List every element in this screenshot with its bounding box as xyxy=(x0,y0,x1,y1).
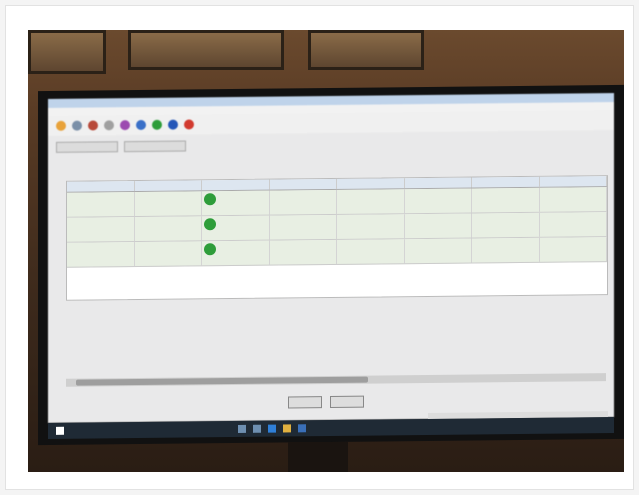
taskbar-app-icon[interactable] xyxy=(253,424,261,433)
monitor-stand xyxy=(288,442,348,472)
monitor xyxy=(38,84,624,446)
refresh-icon xyxy=(72,120,82,131)
wall-painting-center xyxy=(128,30,284,70)
help-icon xyxy=(168,119,178,130)
toolbar-item[interactable] xyxy=(72,120,82,131)
toolbar-item[interactable] xyxy=(104,120,114,131)
column-header xyxy=(539,176,607,187)
valid-check-icon xyxy=(204,218,216,231)
close-icon xyxy=(184,119,194,130)
toolbar-item[interactable] xyxy=(56,120,66,131)
column-header xyxy=(404,177,472,189)
taskbar-app-icon[interactable] xyxy=(298,424,306,433)
column-header xyxy=(67,181,135,192)
taskbar-app-icon[interactable] xyxy=(238,424,246,433)
photograph xyxy=(28,30,624,472)
valid-check-icon xyxy=(204,193,216,206)
dialog-buttons xyxy=(288,395,364,409)
dialog-button[interactable] xyxy=(330,395,364,409)
action-button[interactable] xyxy=(56,141,118,153)
dialog-button[interactable] xyxy=(288,396,322,409)
valid-check-icon xyxy=(204,243,216,256)
taskbar-app-icon[interactable] xyxy=(283,424,291,433)
table-row[interactable] xyxy=(67,237,607,268)
toolbar-item[interactable] xyxy=(184,119,194,130)
document-icon xyxy=(104,120,114,131)
pen-icon xyxy=(120,120,130,131)
action-button[interactable] xyxy=(124,140,186,153)
check-icon xyxy=(152,119,162,130)
globe-icon xyxy=(136,119,146,131)
taskbar-app-icon[interactable] xyxy=(268,424,276,433)
toolbar-item[interactable] xyxy=(120,120,130,131)
start-icon[interactable] xyxy=(56,426,64,435)
pen-icon xyxy=(88,120,98,131)
toolbar-item[interactable] xyxy=(168,119,178,130)
toolbar-item[interactable] xyxy=(152,119,162,130)
toolbar-item[interactable] xyxy=(88,120,98,131)
column-header xyxy=(134,180,202,192)
column-header xyxy=(337,178,405,189)
signatures-table xyxy=(66,175,608,301)
image-frame xyxy=(5,5,634,490)
column-header xyxy=(202,179,270,191)
wall-painting-right xyxy=(308,30,424,70)
column-header xyxy=(472,176,540,188)
folder-icon xyxy=(56,120,66,131)
toolbar-item[interactable] xyxy=(136,119,146,131)
column-header xyxy=(269,178,337,190)
wall-painting-left xyxy=(28,30,106,74)
